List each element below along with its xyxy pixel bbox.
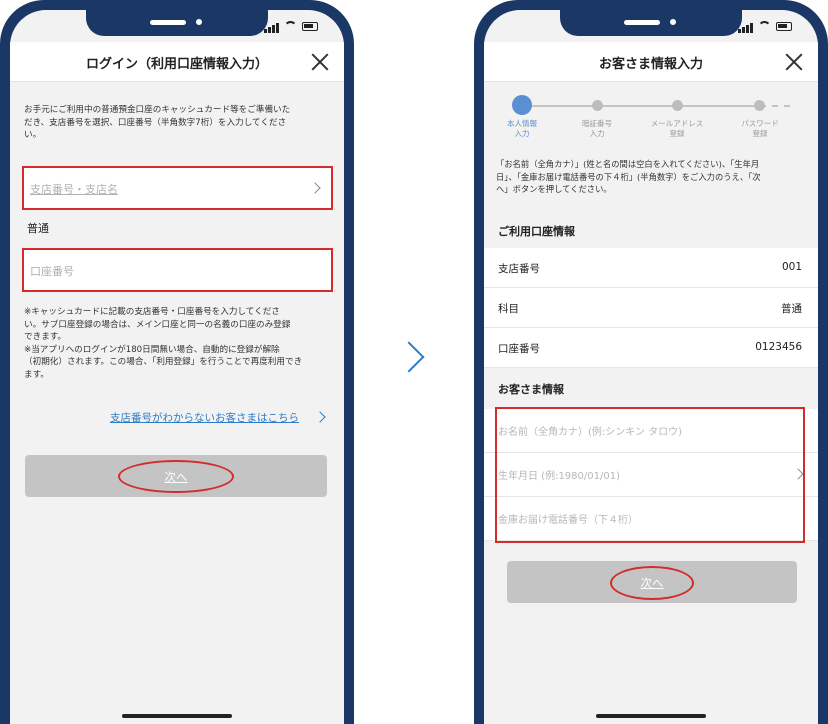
signal-icon [742,27,745,33]
note-line: ※当アプリへのログインが180日間無い場合、自動的に登録が解除 [24,344,280,355]
home-indicator [596,714,706,718]
row-label: 科目 [498,303,519,315]
row-value: 0123456 [755,341,802,353]
step-label: メールアドレス 登録 [647,119,707,139]
status-bar [738,21,796,33]
signal-icon [268,27,271,33]
step-label: 本人情報 入力 [492,119,552,139]
speaker-icon [624,20,660,25]
intro-line: い。 [24,130,42,140]
section-title: お客さま情報 [498,383,564,396]
highlight-box [495,407,805,543]
signal-icon [264,29,267,33]
close-icon[interactable] [310,52,330,72]
note-line: い。サブ口座登録の場合は、メイン口座と同一の名義の口座のみ登録 [24,319,291,330]
intro-text: お手元にご利用中の普通預金口座のキャッシュカード等をご準備いた だき、支店番号を… [24,104,290,142]
branch-select-field[interactable]: 支店番号・支店名 [22,166,333,210]
phone-notch [560,10,742,36]
step-label-line: 本人情報 [507,119,537,128]
account-number-input[interactable]: 口座番号 [22,248,333,292]
account-info-section-header: ご利用口座情報 [484,210,818,248]
phone-notch [86,10,268,36]
step-label-line: 登録 [669,129,685,138]
note-line: ます。 [24,369,49,380]
speaker-icon [150,20,186,25]
chevron-right-icon [309,182,321,194]
home-indicator [122,714,232,718]
step-label-line: パスワード [741,119,779,128]
page-title: ログイン（利用口座情報入力） [85,57,268,72]
intro-line: お手元にご利用中の普通預金口座のキャッシュカード等をご準備いた [24,105,291,115]
signal-icon [746,25,749,33]
account-placeholder: 口座番号 [30,265,74,278]
step-dot [592,100,603,111]
branch-help-link[interactable]: 支店番号がわからないお客さまはこちら [110,410,299,425]
wifi-icon [758,21,771,33]
step-label: パスワード 登録 [730,119,790,139]
customer-info-section-header: お客さま情報 [484,368,818,406]
row-label: 口座番号 [498,343,540,355]
account-type-row: 科目 普通 [484,288,818,328]
login-screen: ログイン（利用口座情報入力） お手元にご利用中の普通預金口座のキャッシュカード等… [10,10,344,724]
signal-icon [272,25,275,33]
notes-text: ※キャッシュカードに記載の支店番号・口座番号を入力してくださ い。サブ口座登録の… [24,306,302,381]
status-bar [264,21,322,33]
stepper-dash [784,105,790,107]
step-label-line: 暗証番号 [582,119,612,128]
instruction-line: へ」ボタンを押してください。 [496,184,612,194]
row-label: 支店番号 [498,263,540,275]
stepper-line [532,105,754,107]
step-dot [672,100,683,111]
step-dot [754,100,765,111]
signal-icon [738,29,741,33]
note-line: （初期化）されます。この場合、「利用登録」を行うことで再度利用でき [24,357,303,367]
instruction-text: 「お名前（全角カナ）」(姓と名の間は空白を入れてください)、「生年月 日」、「金… [496,158,761,196]
signal-icon [276,23,279,33]
branch-number-row: 支店番号 001 [484,248,818,288]
account-type-label: 普通 [27,222,49,235]
branch-placeholder: 支店番号・支店名 [30,183,118,196]
intro-line: だき、支店番号を選択、口座番号（半角数字7桁）を入力してくださ [24,117,287,128]
instruction-line: 日」、「金庫お届け電話番号の下４桁」(半角数字）をご入力のうえ、「次 [496,171,761,182]
customer-info-header: お客さま情報入力 [484,42,818,82]
camera-icon [670,19,676,25]
instruction-line: 「お名前（全角カナ）」(姓と名の間は空白を入れてください)、「生年月 [496,159,760,169]
phone-frame-login: ログイン（利用口座情報入力） お手元にご利用中の普通預金口座のキャッシュカード等… [0,0,354,724]
account-number-row: 口座番号 0123456 [484,328,818,368]
login-header: ログイン（利用口座情報入力） [10,42,344,82]
row-value: 001 [781,261,802,273]
section-title: ご利用口座情報 [498,225,575,238]
phone-frame-customer-info: お客さま情報入力 本人情報 入力 暗証番号 入力 メールアドレス 登録 パスワー… [474,0,828,724]
wifi-icon [284,21,297,33]
step-label: 暗証番号 入力 [567,119,627,139]
step-label-line: 入力 [589,129,605,138]
note-line: できます。 [24,332,67,342]
battery-icon [302,22,318,31]
battery-icon [776,22,792,31]
chevron-right-icon [314,411,326,423]
progress-stepper: 本人情報 入力 暗証番号 入力 メールアドレス 登録 パスワード 登録 [484,83,818,141]
note-line: ※キャッシュカードに記載の支店番号・口座番号を入力してくださ [24,307,280,317]
step-label-line: 入力 [514,129,530,138]
stepper-dash [772,105,778,107]
row-value: 普通 [781,303,802,315]
step-label-line: メールアドレス [650,119,704,128]
highlight-ellipse [610,566,694,600]
chevron-right-icon [393,341,425,373]
step-label-line: 登録 [752,129,768,138]
highlight-ellipse [118,460,234,493]
signal-icon [750,23,753,33]
close-icon[interactable] [784,52,804,72]
customer-info-screen: お客さま情報入力 本人情報 入力 暗証番号 入力 メールアドレス 登録 パスワー… [484,10,818,724]
camera-icon [196,19,202,25]
step-dot-active [512,95,532,115]
page-title: お客さま情報入力 [598,57,703,72]
